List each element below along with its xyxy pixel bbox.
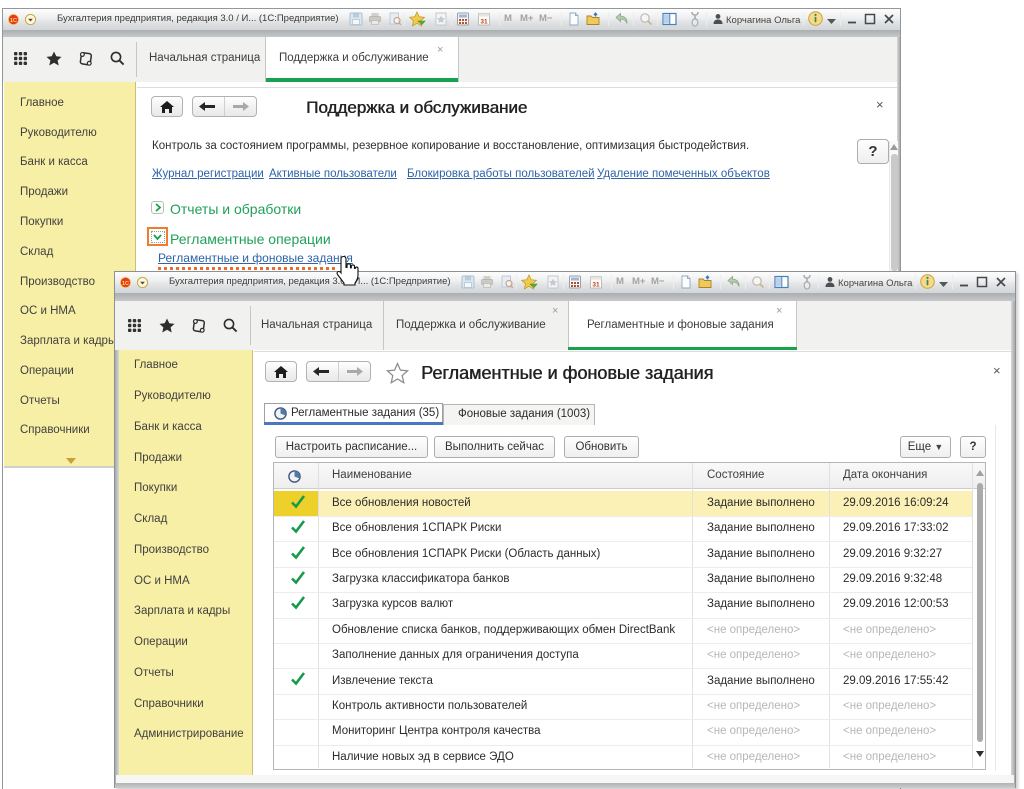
svg-text:31: 31: [480, 19, 488, 26]
svg-text:1С: 1С: [122, 281, 129, 287]
svg-text:1С: 1С: [10, 18, 17, 24]
svg-text:31: 31: [592, 282, 600, 289]
